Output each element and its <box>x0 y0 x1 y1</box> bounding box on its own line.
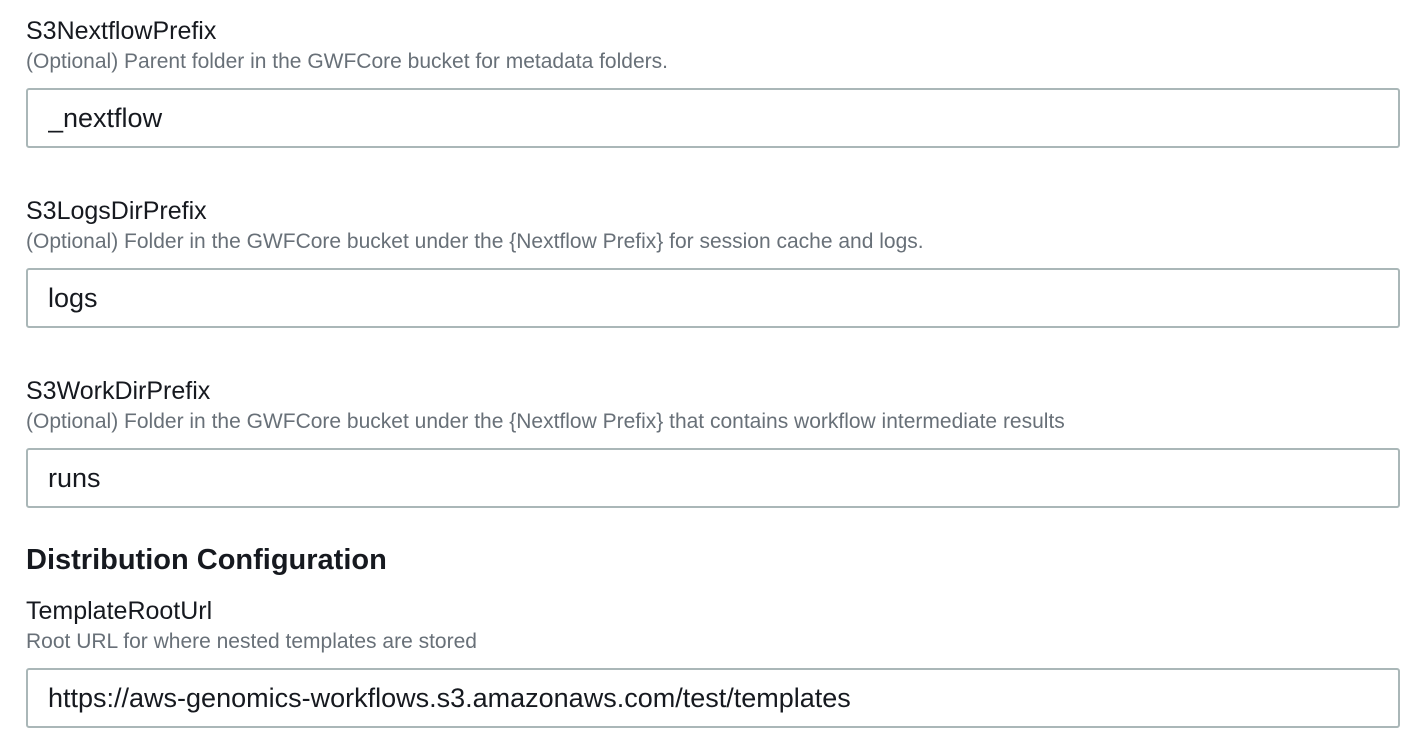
s3-work-dir-prefix-input[interactable] <box>26 448 1400 508</box>
s3-logs-dir-prefix-label: S3LogsDirPrefix <box>26 197 207 225</box>
s3-logs-dir-prefix-description: (Optional) Folder in the GWFCore bucket … <box>26 230 924 253</box>
s3-work-dir-prefix-label: S3WorkDirPrefix <box>26 377 211 405</box>
s3-nextflow-prefix-input[interactable] <box>26 88 1400 148</box>
s3-nextflow-prefix-description: (Optional) Parent folder in the GWFCore … <box>26 50 668 73</box>
s3-work-dir-prefix-description: (Optional) Folder in the GWFCore bucket … <box>26 410 1065 433</box>
template-root-url-input[interactable] <box>26 668 1400 728</box>
distribution-configuration-heading: Distribution Configuration <box>26 544 387 576</box>
s3-logs-dir-prefix-input[interactable] <box>26 268 1400 328</box>
template-root-url-label: TemplateRootUrl <box>26 597 213 625</box>
s3-logs-dir-prefix-field: S3LogsDirPrefix (Optional) Folder in the… <box>26 196 1400 328</box>
s3-nextflow-prefix-field: S3NextflowPrefix (Optional) Parent folde… <box>26 16 1400 148</box>
s3-nextflow-prefix-label: S3NextflowPrefix <box>26 17 217 45</box>
template-root-url-description: Root URL for where nested templates are … <box>26 630 477 653</box>
template-root-url-field: TemplateRootUrl Root URL for where neste… <box>26 596 1400 728</box>
s3-work-dir-prefix-field: S3WorkDirPrefix (Optional) Folder in the… <box>26 376 1400 508</box>
